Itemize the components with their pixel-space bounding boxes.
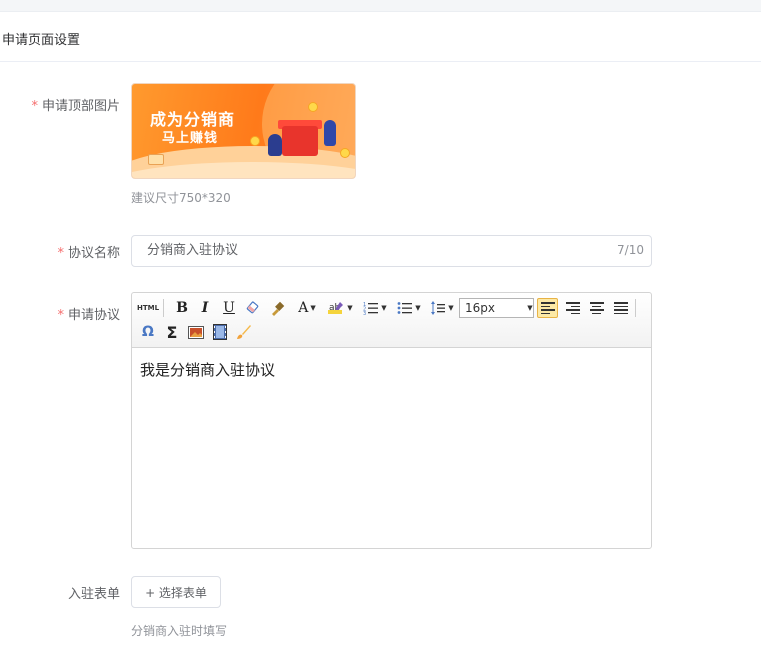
coin-icon bbox=[340, 148, 350, 158]
highlight-icon: ab bbox=[328, 302, 344, 314]
chevron-down-icon: ▼ bbox=[448, 304, 454, 312]
editor-content[interactable]: 我是分销商入驻协议 bbox=[140, 359, 275, 380]
coin-icon bbox=[308, 102, 318, 112]
agreement-name-input[interactable]: 分销商入驻协议 bbox=[131, 235, 652, 267]
html-source-button[interactable]: HTML bbox=[137, 298, 159, 318]
required-mark: * bbox=[31, 99, 38, 114]
chevron-down-icon: ▼ bbox=[415, 304, 421, 312]
person-figure-icon bbox=[324, 120, 336, 146]
unordered-list-button[interactable]: ▼ bbox=[394, 298, 424, 318]
coin-icon bbox=[250, 136, 260, 146]
chevron-down-icon[interactable]: ▼ bbox=[525, 298, 535, 318]
toolbar-separator bbox=[163, 299, 164, 317]
line-height-icon bbox=[431, 301, 446, 315]
font-color-button[interactable]: A ▼ bbox=[292, 298, 322, 318]
section-header: 申请页面设置 bbox=[0, 12, 761, 62]
select-form-button[interactable]: + 选择表单 bbox=[131, 576, 221, 608]
entry-form-label: 入驻表单 bbox=[0, 583, 120, 602]
align-justify-button[interactable] bbox=[610, 298, 631, 318]
required-mark: * bbox=[57, 308, 64, 323]
format-brush-icon[interactable] bbox=[268, 298, 288, 318]
chevron-down-icon: ▼ bbox=[310, 304, 316, 312]
banner-subline: 马上赚钱 bbox=[162, 131, 219, 146]
eraser-icon[interactable] bbox=[244, 298, 264, 318]
chevron-down-icon: ▼ bbox=[381, 304, 387, 312]
rich-text-editor[interactable]: HTML B I U A ▼ ab ▼ 123 ▼ ▼ ▼ 16px ▼ Ω Σ… bbox=[131, 292, 652, 549]
special-char-button[interactable]: Ω bbox=[138, 322, 158, 342]
chevron-down-icon: ▼ bbox=[347, 304, 353, 312]
paint-brush-icon[interactable] bbox=[234, 322, 254, 342]
underline-button[interactable]: U bbox=[220, 298, 238, 318]
align-left-icon bbox=[540, 302, 555, 314]
insert-video-icon[interactable] bbox=[210, 322, 230, 342]
top-image-label-text: 申请顶部图片 bbox=[41, 99, 120, 114]
entry-form-label-text: 入驻表单 bbox=[67, 587, 120, 602]
highlight-color-button[interactable]: ab ▼ bbox=[325, 298, 355, 318]
top-image-label: * 申请顶部图片 bbox=[0, 95, 120, 114]
gift-box-icon bbox=[282, 126, 318, 156]
font-size-select[interactable]: 16px bbox=[459, 298, 534, 318]
ordered-list-icon: 123 bbox=[363, 302, 379, 315]
editor-toolbar: HTML B I U A ▼ ab ▼ 123 ▼ ▼ ▼ 16px ▼ Ω Σ bbox=[132, 293, 651, 348]
italic-button[interactable]: I bbox=[196, 298, 214, 318]
align-justify-icon bbox=[613, 302, 628, 314]
entry-form-hint: 分销商入驻时填写 bbox=[131, 624, 228, 638]
toolbar-separator bbox=[635, 299, 636, 317]
top-strip bbox=[0, 0, 761, 12]
align-center-button[interactable] bbox=[586, 298, 607, 318]
top-image-banner[interactable]: 成为分销商 马上赚钱 bbox=[131, 83, 356, 179]
insert-image-icon[interactable] bbox=[186, 322, 206, 342]
svg-text:3: 3 bbox=[363, 311, 366, 315]
align-right-icon bbox=[565, 302, 580, 314]
agreement-label: * 申请协议 bbox=[0, 304, 120, 323]
align-right-button[interactable] bbox=[562, 298, 583, 318]
section-title: 申请页面设置 bbox=[2, 33, 81, 48]
unordered-list-icon bbox=[397, 302, 413, 314]
agreement-label-text: 申请协议 bbox=[67, 308, 120, 323]
top-image-hint: 建议尺寸750*320 bbox=[131, 191, 231, 205]
required-mark: * bbox=[57, 246, 64, 261]
ordered-list-button[interactable]: 123 ▼ bbox=[360, 298, 390, 318]
treasure-chest-icon bbox=[148, 154, 164, 165]
bold-button[interactable]: B bbox=[173, 298, 191, 318]
agreement-name-label-text: 协议名称 bbox=[67, 246, 120, 261]
agreement-name-label: * 协议名称 bbox=[0, 242, 120, 261]
person-figure-icon bbox=[268, 134, 282, 156]
align-center-icon bbox=[589, 302, 604, 314]
align-left-button[interactable] bbox=[537, 298, 558, 318]
line-height-button[interactable]: ▼ bbox=[428, 298, 456, 318]
formula-button[interactable]: Σ bbox=[162, 322, 182, 342]
font-color-glyph: A bbox=[298, 300, 309, 316]
char-counter: 7/10 bbox=[617, 243, 644, 257]
